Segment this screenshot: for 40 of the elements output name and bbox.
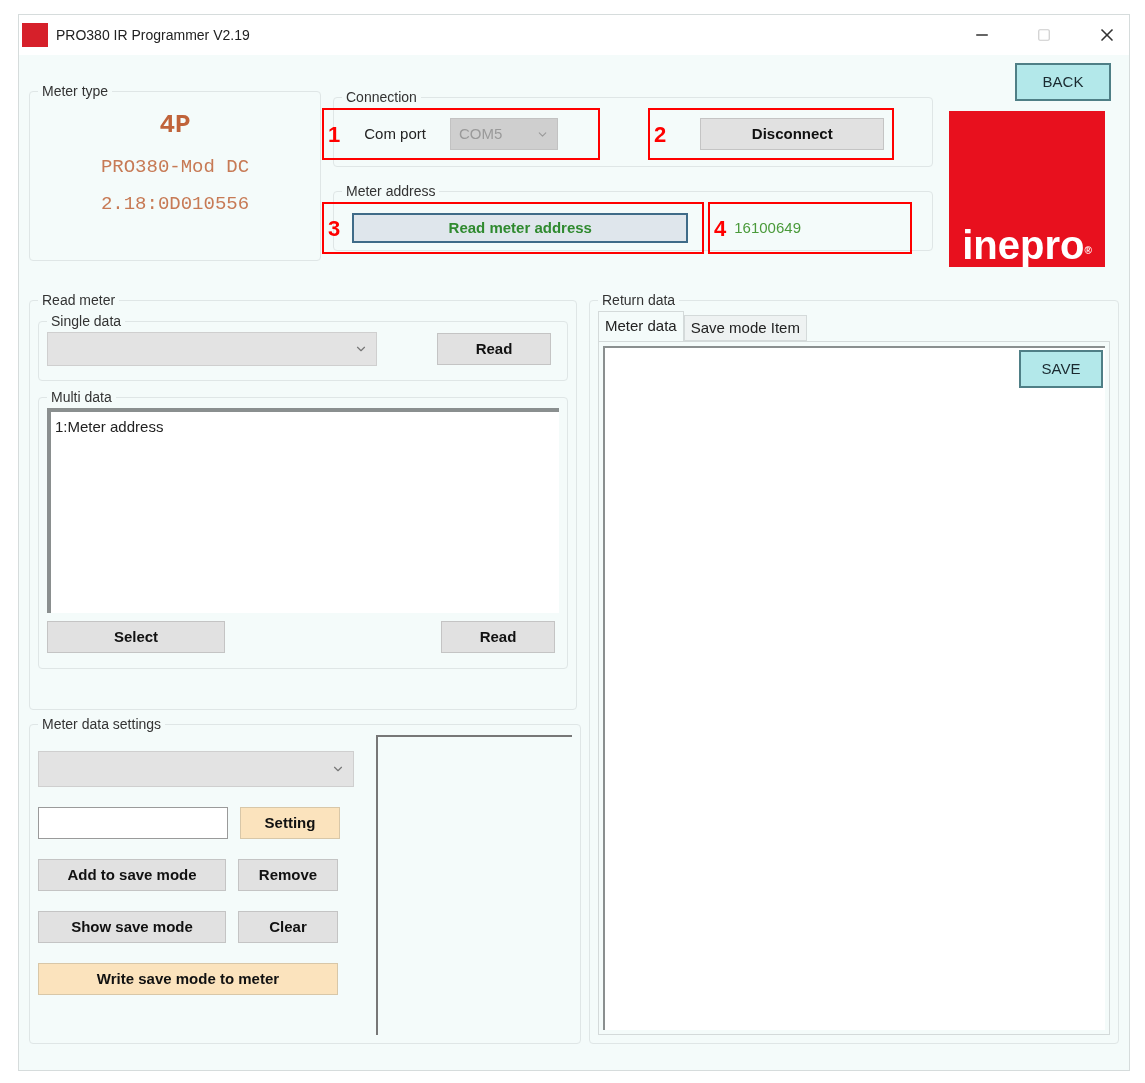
read-button[interactable]: Read [441, 621, 555, 653]
meter-address-value: 16100649 [734, 217, 801, 238]
back-button[interactable]: BACK [1015, 63, 1111, 101]
save-button[interactable]: SAVE [1019, 350, 1103, 388]
meter-phase: 4P [159, 109, 191, 142]
group-title: Read meter [41, 291, 117, 310]
group-title: Meter type [41, 82, 110, 101]
clear-button[interactable]: Clear [238, 911, 338, 943]
meter-version: 2.18:0D010556 [100, 191, 250, 217]
read-button[interactable]: Read [437, 333, 551, 365]
disconnect-button[interactable]: Disconnect [700, 118, 885, 150]
group-title: Connection [345, 88, 418, 107]
setting-button[interactable]: Setting [240, 807, 340, 839]
dropdown[interactable] [38, 751, 354, 787]
list-item[interactable]: 1:Meter address [55, 416, 555, 439]
callout-number: 2 [654, 120, 667, 149]
dropdown[interactable] [47, 332, 377, 366]
show-save-mode-button[interactable]: Show save mode [38, 911, 226, 943]
tab[interactable]: Save mode Item [683, 315, 807, 341]
maximize-icon[interactable] [1037, 28, 1051, 42]
group-title: Meter address [345, 182, 437, 201]
value-input[interactable] [38, 807, 228, 839]
remove-button[interactable]: Remove [238, 859, 338, 891]
multi-data-list[interactable]: 1:Meter address [47, 408, 559, 613]
callout-number: 1 [328, 120, 341, 149]
window-title: PRO380 IR Programmer V2.19 [56, 25, 250, 45]
app-icon [22, 23, 48, 47]
group-title: Meter data settings [41, 715, 163, 734]
write-save-mode-button[interactable]: Write save mode to meter [38, 963, 338, 995]
com-port-label: Com port [364, 123, 426, 144]
return-data-area[interactable]: SAVE [603, 346, 1105, 1030]
callout-number: 3 [328, 214, 341, 243]
callout-number: 4 [714, 214, 727, 243]
select-button[interactable]: Select [47, 621, 225, 653]
group-title: Single data [50, 312, 123, 331]
tab[interactable]: Meter data [598, 311, 684, 341]
add-to-save-mode-button[interactable]: Add to save mode [38, 859, 226, 891]
meter-model: PRO380-Mod DC [100, 155, 250, 180]
group-title: Multi data [50, 388, 113, 407]
group-title: Return data [601, 291, 677, 310]
